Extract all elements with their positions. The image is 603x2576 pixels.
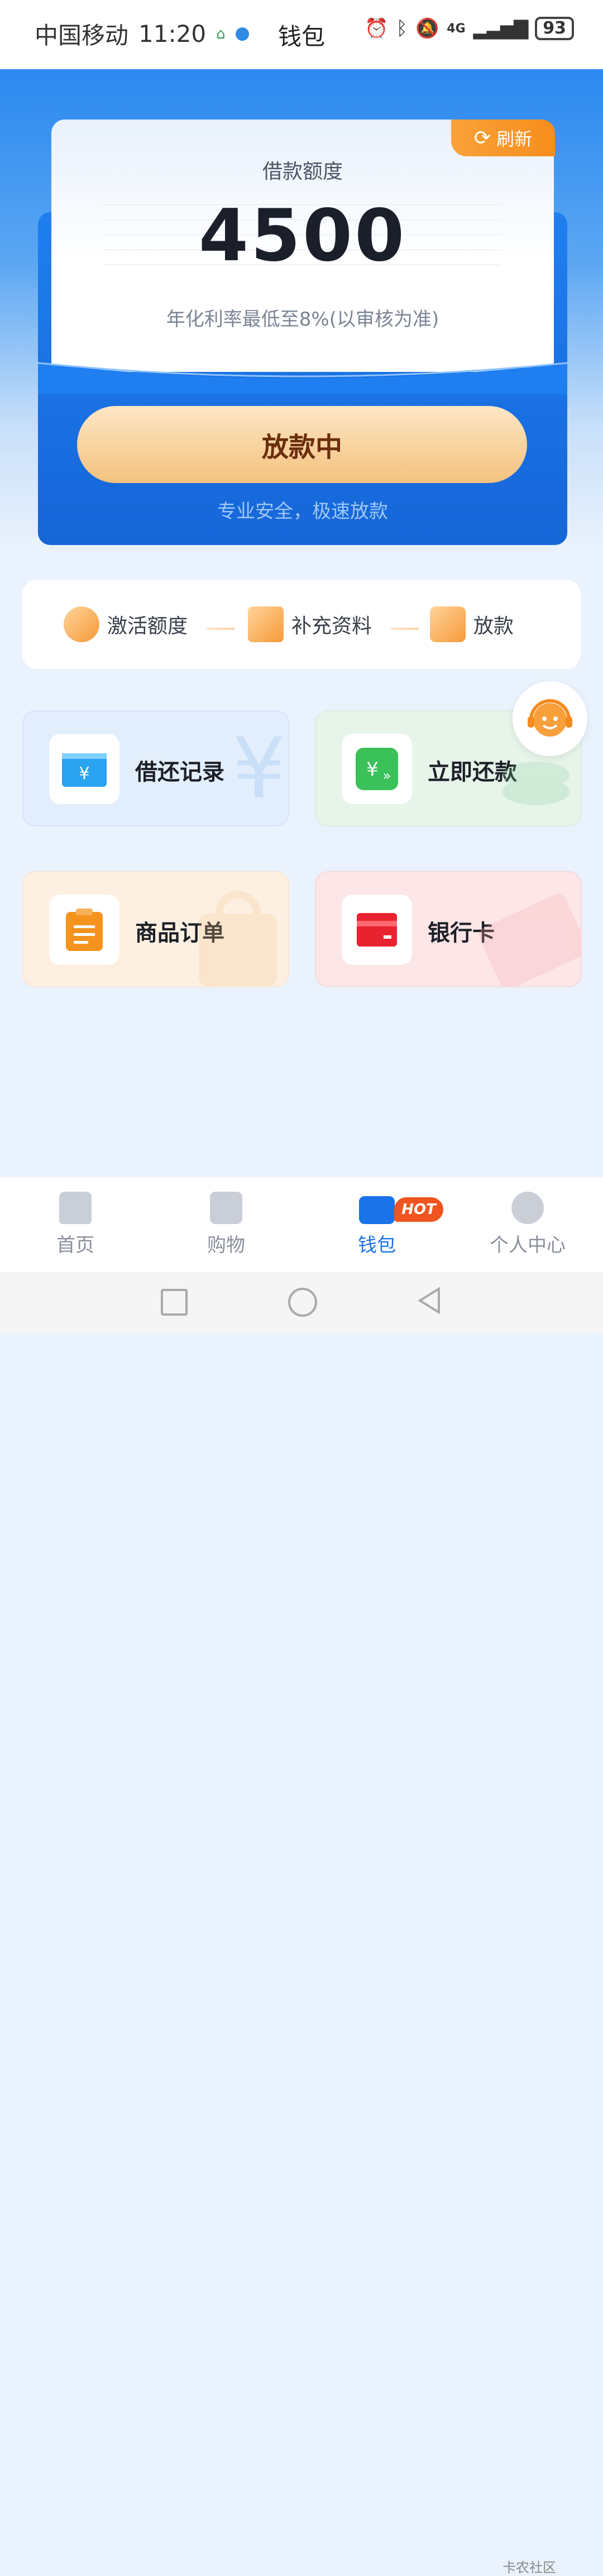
yuan-card-icon: ¥: [62, 753, 107, 787]
home-icon: [59, 1192, 92, 1224]
svg-text:¥: ¥: [366, 758, 379, 781]
documents-icon: [248, 606, 284, 642]
card-watermark-icon: [478, 893, 581, 986]
signal-icon: ▂▃▅▇: [473, 17, 529, 40]
tile-icon-box: ¥: [49, 734, 119, 804]
step-activate: 激活额度: [64, 606, 188, 642]
tab-shopping[interactable]: 购物: [170, 1192, 282, 1257]
profile-icon: [511, 1192, 544, 1224]
rate-note: 年化利率最低至8%(以审核为准): [166, 308, 439, 331]
recents-button[interactable]: [161, 1289, 188, 1316]
step-disburse: 放款: [430, 606, 514, 642]
refresh-label: 刷新: [496, 128, 533, 150]
refresh-icon: ⟳: [473, 126, 491, 150]
step-label: 激活额度: [107, 615, 188, 638]
tile-product-orders[interactable]: 商品订单: [22, 871, 289, 987]
status-right: ⏰ ᛒ 🔕 4G ▂▃▅▇ 93: [365, 17, 574, 40]
bank-card-icon: [357, 913, 397, 947]
wallet-step-icon: [430, 606, 466, 642]
bottom-tab-bar: 首页 购物 钱包 个人中心: [0, 1177, 603, 1272]
tab-label: 购物: [207, 1234, 245, 1256]
tile-icon-box: ¥ »: [342, 734, 412, 804]
svg-text:¥: ¥: [232, 725, 285, 818]
tab-home[interactable]: 首页: [20, 1192, 131, 1257]
clipboard-icon: [66, 909, 103, 951]
activate-icon: [64, 606, 99, 642]
headset-icon: [528, 699, 572, 737]
svg-text:»: »: [383, 768, 391, 783]
tile-bank-card[interactable]: 银行卡: [315, 871, 582, 987]
tile-icon-box: [342, 895, 412, 965]
svg-text:¥: ¥: [79, 764, 89, 783]
step-label: 补充资料: [291, 615, 372, 638]
step-arrow-icon: [391, 628, 419, 630]
mute-icon: 🔕: [415, 17, 439, 40]
customer-service-button[interactable]: [513, 681, 587, 756]
credit-label: 借款额度: [262, 160, 343, 183]
yuan-watermark-icon: ¥: [232, 725, 285, 818]
tab-profile[interactable]: 个人中心: [472, 1192, 583, 1257]
battery-icon: 93: [535, 17, 574, 40]
loan-status-button[interactable]: 放款中: [77, 406, 527, 483]
network-label: 4G: [447, 21, 466, 36]
tab-label: 个人中心: [490, 1234, 566, 1256]
tile-loan-records[interactable]: ¥ 借还记录 ¥: [22, 710, 289, 826]
card-wave: [38, 362, 567, 394]
step-label: 放款: [473, 615, 514, 638]
system-nav-bar: 卡农社区: [0, 1272, 603, 2575]
status-bar: 中国移动 11:20 ⌂ 钱包 ⏰ ᛒ 🔕 4G ▂▃▅▇ 93: [0, 0, 603, 69]
refresh-button[interactable]: ⟳ 刷新: [451, 120, 555, 156]
tile-icon-box: [49, 895, 119, 965]
wallet-icon: [359, 1196, 395, 1224]
button-subtitle: 专业安全，极速放款: [217, 500, 388, 523]
alarm-icon: ⏰: [365, 17, 389, 40]
bluetooth-icon: ᛒ: [396, 17, 408, 40]
repay-icon: ¥ »: [356, 748, 398, 790]
hot-badge: HOT: [394, 1197, 443, 1222]
bag-watermark-icon: [199, 891, 277, 986]
step-arrow-icon: [207, 628, 234, 630]
credit-amount: 4500: [198, 194, 407, 278]
loan-steps: 激活额度 补充资料 放款: [22, 580, 581, 669]
step-supplement: 补充资料: [248, 606, 372, 642]
tab-label: 钱包: [358, 1234, 396, 1256]
watermark-label: 卡农社区: [502, 2560, 556, 2575]
back-nav-button[interactable]: [417, 1287, 441, 1315]
tab-label: 首页: [56, 1234, 94, 1256]
home-nav-button[interactable]: [288, 1288, 317, 1317]
shopping-bag-icon: [210, 1192, 242, 1224]
